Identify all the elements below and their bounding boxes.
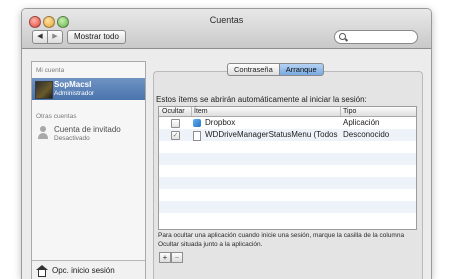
guest-name: Cuenta de invitado: [54, 125, 121, 134]
table-empty-row: [159, 141, 416, 153]
dropbox-icon: [193, 119, 201, 127]
column-header-type[interactable]: Tipo: [340, 107, 415, 116]
item-type: Desconocido: [343, 130, 390, 139]
table-empty-row: [159, 189, 416, 201]
table-row[interactable]: ✓ WDDriveManagerStatusMenu (Todos Descon…: [159, 129, 416, 141]
startup-intro-text: Estos ítems se abrirán automáticamente a…: [156, 95, 367, 104]
home-icon: [36, 265, 48, 277]
search-input[interactable]: [334, 30, 418, 44]
user-role: Administrador: [54, 90, 95, 97]
accounts-sidebar: Mi cuenta SopMacsI Administrador Otras c…: [31, 61, 146, 279]
hide-checkbox[interactable]: ✓: [171, 131, 180, 140]
table-empty-row: [159, 153, 416, 165]
document-icon: [193, 131, 201, 141]
show-all-button[interactable]: Mostrar todo: [67, 30, 126, 44]
startup-items-table: Ocultar Ítem Tipo Dropbox Aplicación ✓ W…: [158, 106, 417, 230]
accounts-window: Cuentas ◀ ▶ Mostrar todo Mi cuenta SopMa…: [21, 8, 432, 279]
avatar: [35, 81, 53, 99]
my-account-header: Mi cuenta: [36, 67, 65, 74]
table-empty-row: [159, 177, 416, 189]
tab-bar: Contraseña Arranque: [227, 63, 324, 76]
column-header-hide[interactable]: Ocultar: [159, 107, 192, 116]
item-name: WDDriveManagerStatusMenu (Todos: [205, 130, 338, 139]
sidebar-item-guest[interactable]: Cuenta de invitado Desactivado: [32, 124, 145, 144]
guest-status: Desactivado: [54, 135, 90, 142]
add-item-button[interactable]: +: [159, 252, 171, 263]
column-header-item[interactable]: Ítem: [191, 107, 341, 116]
search-icon: [339, 33, 346, 40]
hide-instructions: Para ocultar una aplicación cuando inici…: [158, 232, 405, 248]
forward-button[interactable]: ▶: [47, 30, 63, 44]
sidebar-item-current-user[interactable]: SopMacsI Administrador: [32, 78, 145, 100]
table-empty-row: [159, 201, 416, 213]
table-empty-row: [159, 213, 416, 225]
item-type: Aplicación: [343, 118, 380, 127]
user-name: SopMacsI: [54, 80, 92, 89]
toolbar: Cuentas ◀ ▶ Mostrar todo: [22, 9, 431, 49]
tab-password[interactable]: Contraseña: [227, 63, 279, 76]
table-header: Ocultar Ítem Tipo: [159, 107, 416, 117]
table-empty-row: [159, 165, 416, 177]
remove-item-button[interactable]: −: [171, 252, 183, 263]
item-name: Dropbox: [205, 118, 236, 127]
login-options-label: Opc. inicio sesión: [52, 266, 115, 275]
guest-user-icon: [38, 126, 48, 140]
back-button[interactable]: ◀: [32, 30, 48, 44]
tab-startup[interactable]: Arranque: [278, 63, 324, 76]
login-options-item[interactable]: Opc. inicio sesión: [32, 260, 145, 279]
window-title: Cuentas: [209, 15, 244, 25]
table-row[interactable]: Dropbox Aplicación: [159, 117, 416, 129]
hide-checkbox[interactable]: [171, 119, 180, 128]
other-accounts-header: Otras cuentas: [36, 113, 77, 120]
